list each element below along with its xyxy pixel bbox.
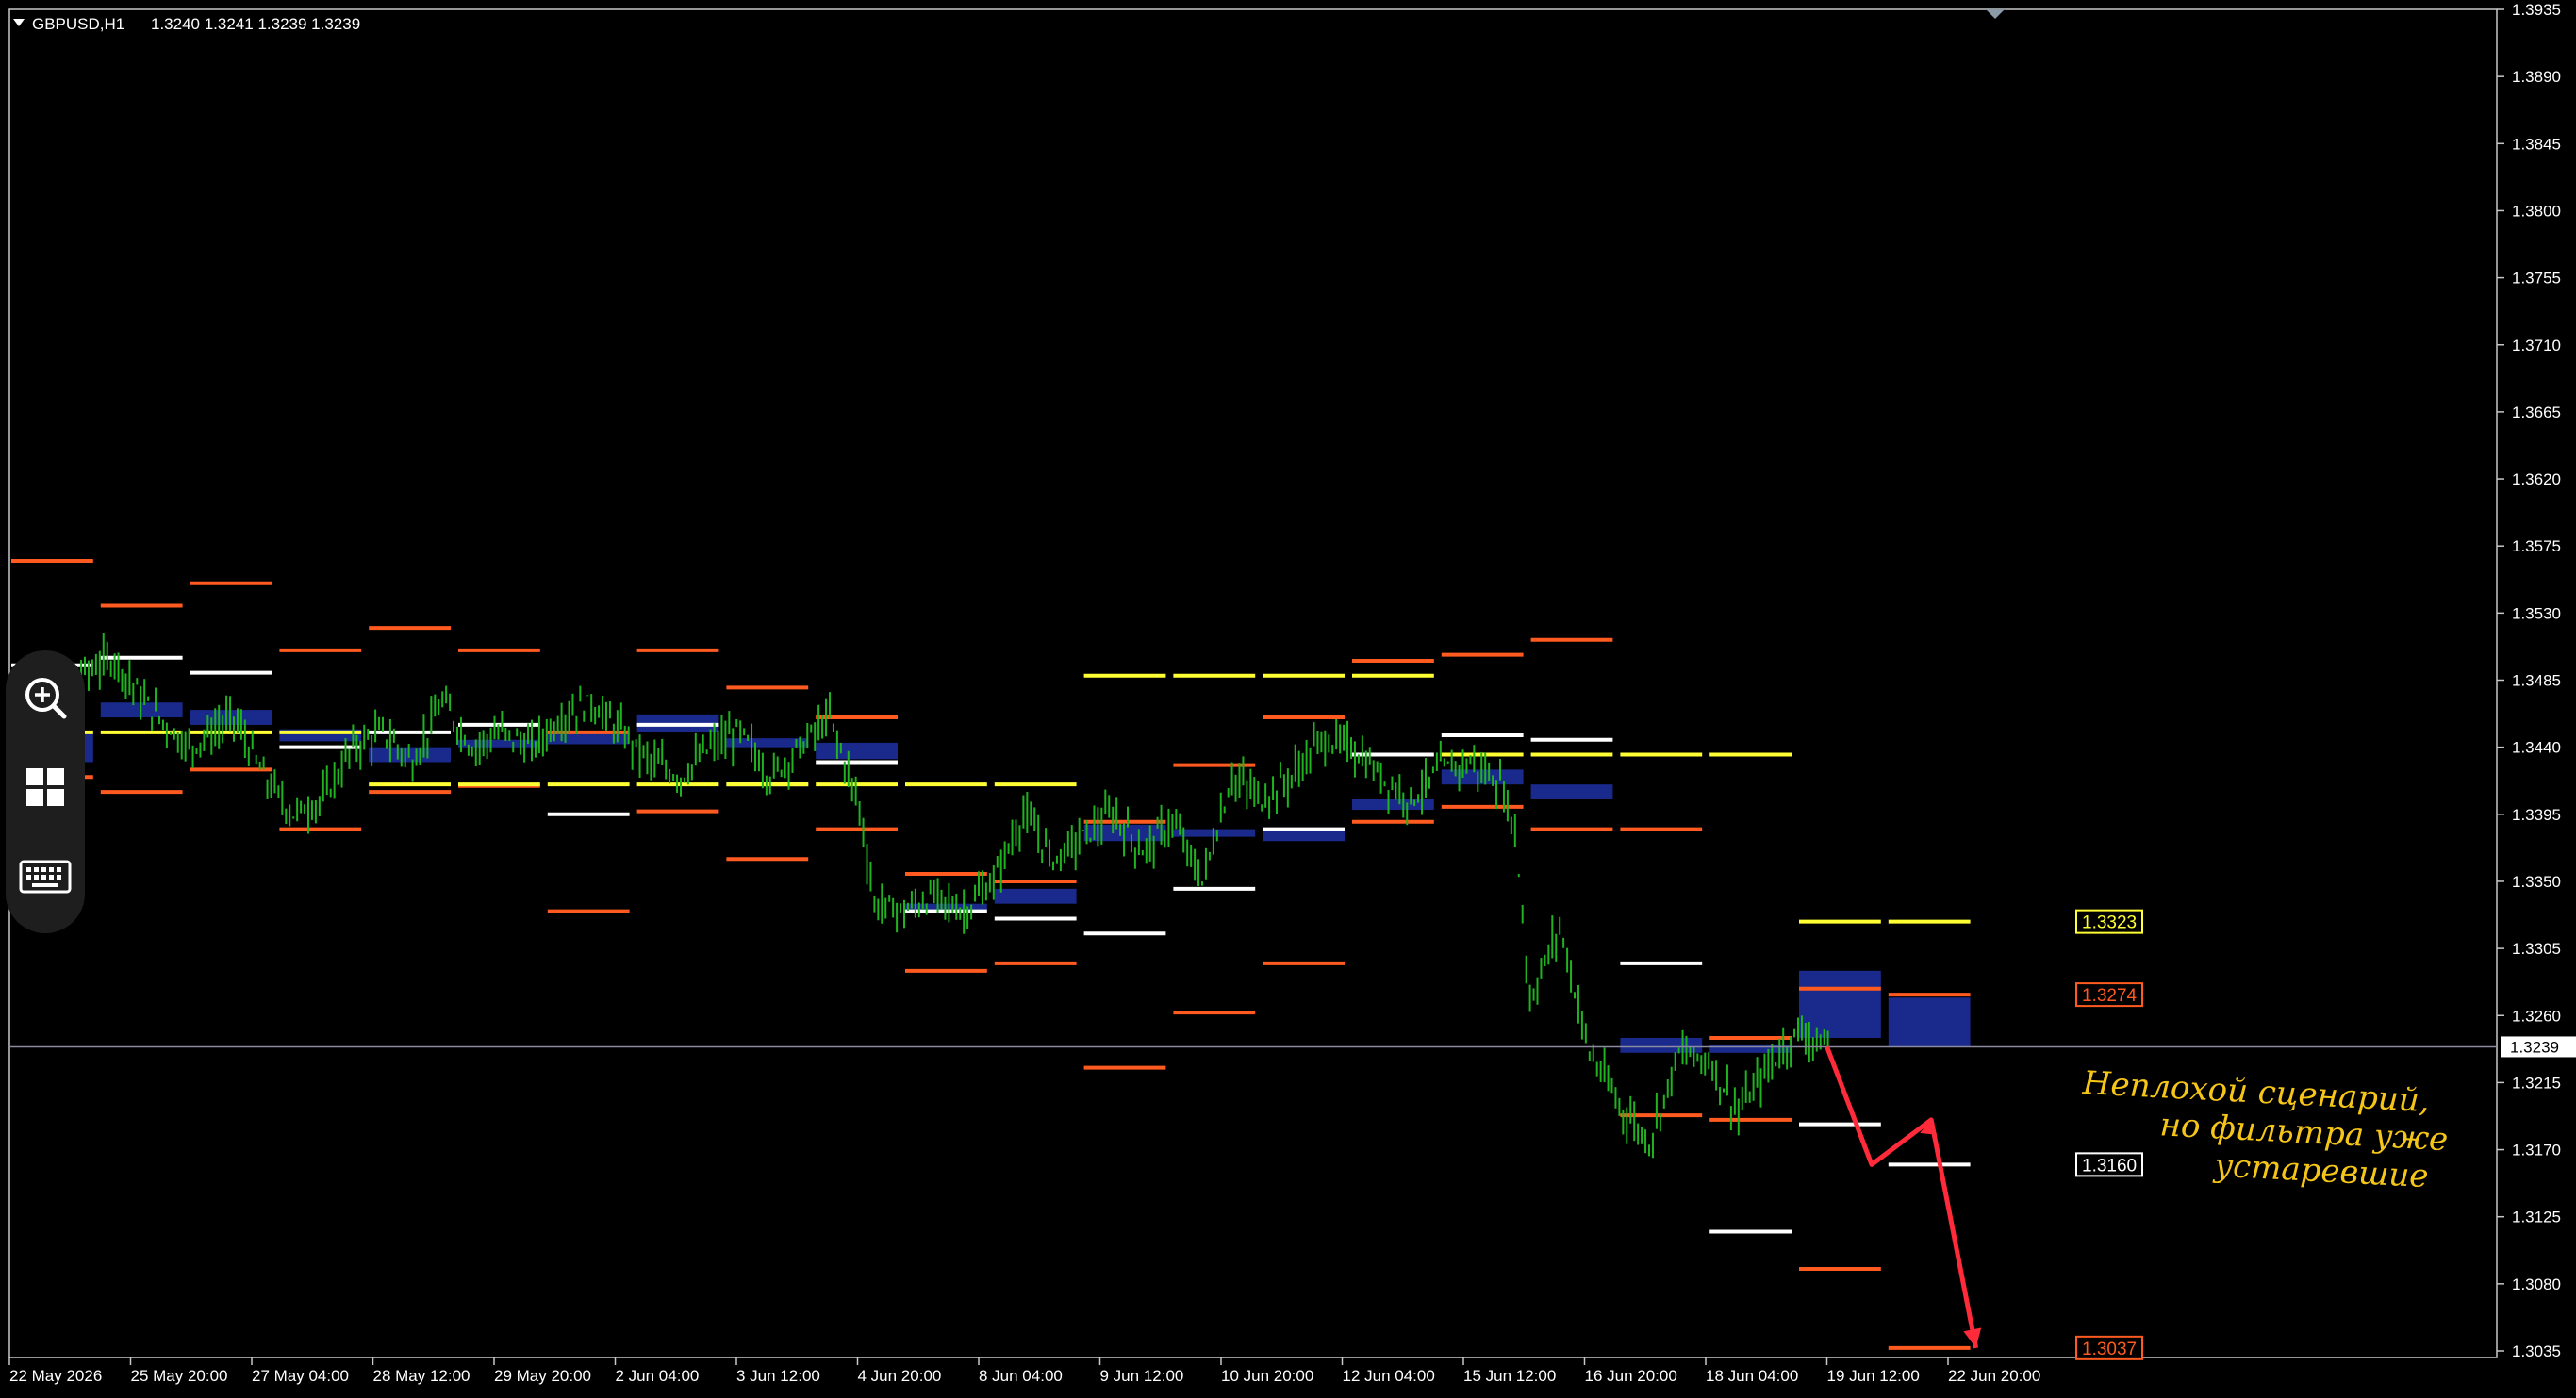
y-tick-label: 1.3215 bbox=[2512, 1074, 2561, 1092]
x-tick-label: 28 May 12:00 bbox=[373, 1367, 471, 1385]
y-tick-label: 1.3755 bbox=[2512, 270, 2561, 288]
price-tag-label: 1.3160 bbox=[2082, 1156, 2137, 1176]
y-tick-label: 1.3395 bbox=[2512, 806, 2561, 824]
y-tick-label: 1.3530 bbox=[2512, 604, 2561, 622]
price-tag-label: 1.3274 bbox=[2082, 986, 2138, 1006]
x-tick-label: 16 Jun 20:00 bbox=[1585, 1367, 1677, 1385]
x-tick-label: 8 Jun 04:00 bbox=[979, 1367, 1063, 1385]
scenario-arrow bbox=[1825, 1045, 1979, 1349]
scenario-arrowhead bbox=[1963, 1327, 1982, 1348]
y-tick-label: 1.3935 bbox=[2512, 1, 2561, 19]
x-tick-label: 15 Jun 12:00 bbox=[1463, 1367, 1556, 1385]
price-tag-label: 1.3037 bbox=[2082, 1340, 2137, 1359]
x-tick-label: 2 Jun 04:00 bbox=[616, 1367, 700, 1385]
y-tick-label: 1.3305 bbox=[2512, 940, 2561, 958]
x-tick-label: 12 Jun 04:00 bbox=[1343, 1367, 1435, 1385]
x-tick-label: 22 Jun 20:00 bbox=[1948, 1367, 2040, 1385]
x-tick-label: 29 May 20:00 bbox=[494, 1367, 591, 1385]
x-tick-label: 10 Jun 20:00 bbox=[1221, 1367, 1313, 1385]
keyboard-icon[interactable] bbox=[17, 848, 74, 905]
x-tick-label: 9 Jun 12:00 bbox=[1100, 1367, 1184, 1385]
session-zone bbox=[816, 742, 898, 760]
side-toolbar bbox=[6, 650, 85, 933]
zoom-in-icon[interactable] bbox=[17, 669, 74, 726]
y-tick-label: 1.3800 bbox=[2512, 202, 2561, 220]
y-tick-label: 1.3890 bbox=[2512, 68, 2561, 86]
y-tick-label: 1.3440 bbox=[2512, 739, 2561, 757]
x-tick-label: 3 Jun 12:00 bbox=[736, 1367, 820, 1385]
dropdown-triangle-icon bbox=[13, 19, 25, 26]
session-zone bbox=[994, 888, 1077, 904]
x-tick-label: 22 May 2026 bbox=[9, 1367, 102, 1385]
symbol-label: GBPUSD,H1 bbox=[32, 15, 124, 33]
price-tag-label: 1.3323 bbox=[2082, 913, 2137, 933]
shift-marker-icon bbox=[1986, 9, 2005, 19]
price-chart[interactable]: GBPUSD,H1 1.3240 1.3241 1.3239 1.3239 1.39… bbox=[0, 0, 2576, 1398]
y-tick-label: 1.3350 bbox=[2512, 873, 2561, 891]
x-tick-label: 4 Jun 20:00 bbox=[858, 1367, 942, 1385]
y-tick-label: 1.3485 bbox=[2512, 672, 2561, 690]
y-tick-label: 1.3080 bbox=[2512, 1275, 2561, 1293]
ohlc-label: 1.3240 1.3241 1.3239 1.3239 bbox=[151, 15, 360, 33]
y-tick-label: 1.3575 bbox=[2512, 537, 2561, 555]
y-tick-label: 1.3620 bbox=[2512, 470, 2561, 488]
session-zone bbox=[1888, 997, 1971, 1047]
session-zone bbox=[1799, 970, 1881, 1038]
y-tick-label: 1.3260 bbox=[2512, 1007, 2561, 1025]
x-tick-label: 25 May 20:00 bbox=[131, 1367, 228, 1385]
y-tick-label: 1.3845 bbox=[2512, 135, 2561, 153]
x-tick-label: 19 Jun 12:00 bbox=[1827, 1367, 1920, 1385]
y-tick-label: 1.3035 bbox=[2512, 1342, 2561, 1360]
windows-grid-icon[interactable] bbox=[17, 759, 74, 815]
current-price-label: 1.3239 bbox=[2510, 1038, 2559, 1056]
y-tick-label: 1.3710 bbox=[2512, 337, 2561, 354]
y-tick-label: 1.3125 bbox=[2512, 1209, 2561, 1226]
chart-window[interactable]: GBPUSD,H1 1.3240 1.3241 1.3239 1.3239 1.39… bbox=[0, 0, 2576, 1398]
y-tick-label: 1.3170 bbox=[2512, 1142, 2561, 1160]
y-tick-label: 1.3665 bbox=[2512, 403, 2561, 421]
session-zone bbox=[1530, 784, 1613, 799]
x-tick-label: 18 Jun 04:00 bbox=[1706, 1367, 1798, 1385]
x-tick-label: 27 May 04:00 bbox=[252, 1367, 349, 1385]
